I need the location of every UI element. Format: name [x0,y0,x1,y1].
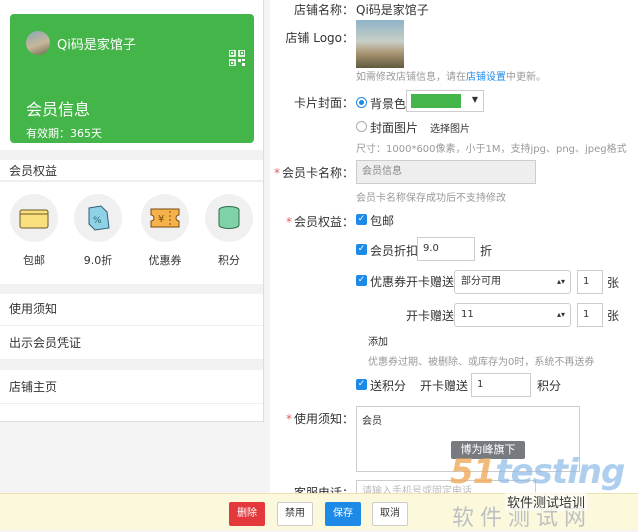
benefit-coupon[interactable]: ¥ 优惠券 [137,194,193,268]
benefit-label: 积分 [218,254,240,267]
link-usage-notice[interactable]: 使用须知 [0,292,263,326]
color-swatch [411,94,461,108]
section-divider [0,360,263,370]
gift-on-open-text: 开卡赠送 [420,379,469,393]
choose-image-link[interactable]: 选择图片 [430,120,470,135]
disable-button[interactable]: 禁用 [277,502,313,526]
benefit-points[interactable]: 积分 [201,194,257,268]
shop-name-value: Qi码是家馆子 [356,3,429,17]
cover-label: 卡片封面： [293,96,354,110]
benefits-title: 会员权益 [9,164,58,178]
member-card: Qi码是家馆子 会员信息 有效期：365天 [10,14,254,143]
free-shipping-text: 包邮 [370,214,395,228]
watermark-logo: 51testing [450,452,625,492]
card-name-input[interactable]: 会员信息 [356,160,536,184]
logo-hint: 如需修改店铺信息，请在店铺设置中更新。 [356,72,546,83]
discount-input[interactable]: 9.0 [417,237,475,261]
member-card-form: 店铺名称： Qi码是家馆子 店铺 Logo： 如需修改店铺信息，请在店铺设置中更… [270,0,638,530]
benefits-label: * 会员权益： [285,215,354,229]
logo-label: 店铺 Logo： [285,31,354,45]
save-button[interactable]: 保存 [325,502,361,526]
cover-bgcolor-radio[interactable] [356,97,367,108]
cover-image-radio[interactable] [356,121,367,132]
coupon-checkbox[interactable]: ✓ [356,275,367,286]
sheet-unit: 张 [607,276,620,290]
benefits-grid: 包邮 % 9.0折 ¥ 优惠券 积分 [0,182,263,282]
coupon-icon: ¥ [150,208,180,228]
sheet-unit: 张 [607,309,620,323]
add-coupon-link[interactable]: 添加 [368,333,388,348]
svg-text:%: % [93,216,102,226]
shop-settings-link[interactable]: 店铺设置 [466,72,506,83]
cover-bgcolor-text: 背景色 [370,97,407,111]
benefit-label: 包邮 [23,254,45,267]
coupon-text: 优惠券 [370,275,407,289]
coupon-select-2[interactable]: 11 ▴▾ [454,303,571,327]
updown-icon: ▴▾ [556,277,565,286]
coupon-select-1[interactable]: 部分可用 ▴▾ [454,270,571,294]
cover-image-text: 封面图片 [370,121,419,135]
benefit-label: 9.0折 [83,254,113,267]
caret-down-icon: ▼ [471,95,478,104]
member-discount-text: 会员折扣 [370,244,419,258]
benefit-label: 优惠券 [148,254,182,267]
card-shop-name: Qi码是家馆子 [57,38,136,53]
card-validity: 有效期：365天 [26,127,102,140]
gift-on-open-text: 开卡赠送 [406,275,455,289]
card-name-label: * 会员卡名称： [273,166,354,180]
watermark-wechat: 软件测试培训 [505,492,588,511]
bg-color-picker[interactable]: ▼ [406,90,484,112]
link-show-member-credential[interactable]: 出示会员凭证 [0,326,263,360]
svg-text:¥: ¥ [158,214,164,225]
send-points-checkbox[interactable]: ✓ [356,379,367,390]
shop-name-label: 店铺名称： [293,3,354,17]
coupon-qty-2[interactable]: 1 [577,303,603,327]
coupon-qty-1[interactable]: 1 [577,270,603,294]
card-name-hint: 会员卡名称保存成功后不支持修改 [356,193,506,204]
qr-code-icon[interactable] [229,50,245,66]
points-unit: 积分 [537,379,562,393]
discount-unit: 折 [480,244,493,258]
benefit-discount[interactable]: % 9.0折 [70,194,126,268]
card-title: 会员信息 [26,100,91,119]
wallet-icon [19,209,49,229]
notice-label: * 使用须知： [285,412,354,426]
points-input[interactable]: 1 [471,373,531,397]
section-divider [0,150,263,160]
delete-button[interactable]: 删除 [229,502,265,526]
member-discount-checkbox[interactable]: ✓ [356,244,367,255]
discount-tag-icon: % [88,205,110,231]
updown-icon: ▴▾ [556,310,565,319]
cover-hint: 尺寸：1000*600像素，小于1M，支持jpg、png、jpeg格式 [356,144,627,155]
cancel-button[interactable]: 取消 [372,502,408,526]
link-shop-home[interactable]: 店铺主页 [0,370,263,404]
member-card-preview: Qi码是家馆子 会员信息 有效期：365天 会员权益 包邮 % 9.0折 ¥ 优… [0,0,264,422]
points-stack-icon [218,206,240,229]
benefit-free-shipping[interactable]: 包邮 [6,194,62,268]
coupon-hint: 优惠券过期、被删除、或库存为0时，系统不再送券 [368,357,595,368]
shop-avatar [26,31,50,55]
gift-on-open-text: 开卡赠送 [406,309,455,323]
shop-logo-image [356,20,404,68]
free-shipping-checkbox[interactable]: ✓ [356,214,367,225]
send-points-text: 送积分 [370,379,407,393]
